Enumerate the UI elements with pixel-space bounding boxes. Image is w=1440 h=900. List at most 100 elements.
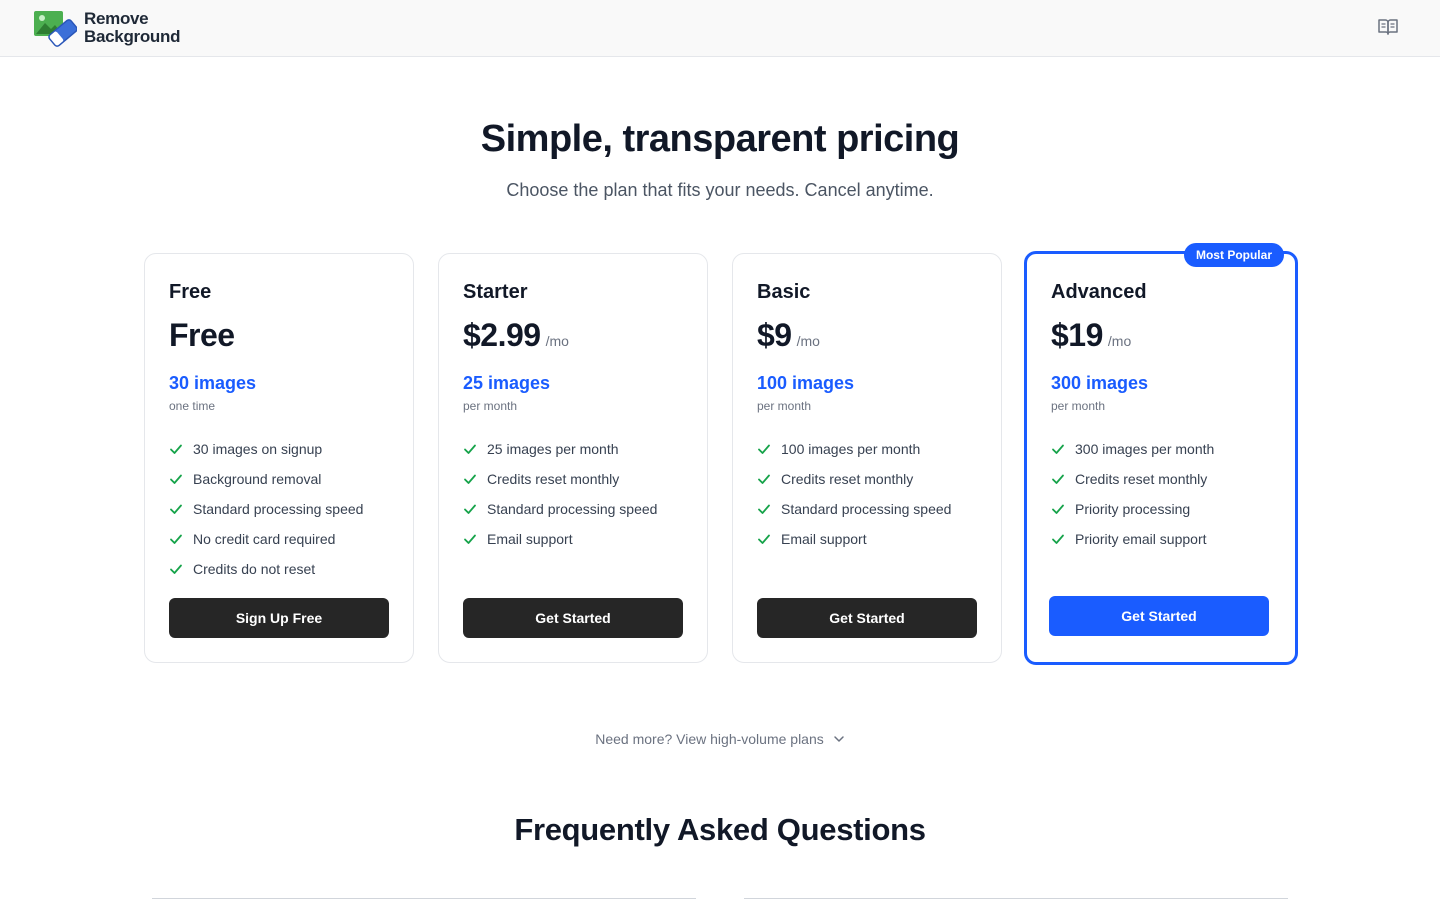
price-period: /mo <box>1107 333 1132 349</box>
feature-list: 25 images per month Credits reset monthl… <box>463 434 657 554</box>
plan-price: $9 <box>757 317 792 353</box>
feature-item: No credit card required <box>169 524 363 554</box>
feature-text: 100 images per month <box>781 441 921 457</box>
logo-line-2: Background <box>84 27 181 46</box>
feature-item: Email support <box>757 524 951 554</box>
chevron-down-icon <box>834 736 844 742</box>
feature-text: Priority email support <box>1075 531 1207 547</box>
feature-text: Email support <box>781 531 867 547</box>
price-period: /mo <box>545 333 569 349</box>
plan-image-count: 300 images <box>1051 373 1149 393</box>
plan-price: $19 <box>1051 317 1103 353</box>
feature-item: 300 images per month <box>1051 434 1214 464</box>
feature-text: Standard processing speed <box>487 501 658 517</box>
feature-text: Standard processing speed <box>781 501 952 517</box>
price-row: $2.99 /mo <box>463 317 569 354</box>
plan-name: Basic <box>757 281 811 303</box>
feature-item: Standard processing speed <box>757 494 951 524</box>
feature-text: Credits reset monthly <box>781 471 914 487</box>
feature-list: 100 images per month Credits reset month… <box>757 434 951 554</box>
logo-line-1: Remove <box>84 9 149 28</box>
check-icon <box>1052 504 1064 514</box>
feature-text: 300 images per month <box>1075 441 1215 457</box>
feature-text: 30 images on signup <box>193 441 323 457</box>
plan-card-free: Free Free 30 images one time 30 images o… <box>144 253 414 663</box>
price-row: $9 /mo <box>757 317 820 354</box>
feature-item: Credits reset monthly <box>1051 464 1214 494</box>
get-started-button-advanced[interactable]: Get Started <box>1049 596 1269 636</box>
price-row: $19 /mo <box>1051 317 1131 354</box>
feature-item: 25 images per month <box>463 434 657 464</box>
logo-icon <box>33 9 78 47</box>
check-icon <box>758 474 770 484</box>
feature-item: Credits reset monthly <box>463 464 657 494</box>
feature-text: Email support <box>487 531 573 547</box>
plan-card-advanced: Most Popular Advanced $19 /mo 300 images… <box>1024 243 1298 665</box>
feature-item: 100 images per month <box>757 434 951 464</box>
check-icon <box>758 534 770 544</box>
feature-list: 300 images per month Credits reset month… <box>1051 434 1214 554</box>
feature-text: Credits do not reset <box>193 561 316 577</box>
feature-item: Background removal <box>169 464 363 494</box>
plan-name: Advanced <box>1051 281 1147 303</box>
check-icon <box>170 564 182 574</box>
plan-period: one time <box>169 399 216 413</box>
price-row: Free <box>169 317 235 354</box>
check-icon <box>1052 474 1064 484</box>
check-icon <box>1052 444 1064 454</box>
plan-name: Free <box>169 281 212 303</box>
check-icon <box>758 444 770 454</box>
plan-image-count: 25 images <box>463 373 551 393</box>
sign-up-free-button[interactable]: Sign Up Free <box>169 598 389 638</box>
page-title: Simple, transparent pricing <box>480 118 960 160</box>
check-icon <box>170 504 182 514</box>
plan-image-count: 30 images <box>169 373 257 393</box>
view-high-volume-plans-link[interactable]: Need more? View high-volume plans <box>0 731 1440 747</box>
plan-card-basic: Basic $9 /mo 100 images per month 100 im… <box>732 253 1002 663</box>
logo[interactable]: Remove Background <box>33 9 180 47</box>
feature-item: Credits do not reset <box>169 554 363 584</box>
feature-item: Credits reset monthly <box>757 464 951 494</box>
more-plans-text: Need more? View high-volume plans <box>595 731 824 747</box>
plan-period: per month <box>757 399 812 413</box>
plan-image-count: 100 images <box>757 373 855 393</box>
feature-text: Standard processing speed <box>193 501 364 517</box>
feature-text: Background removal <box>193 471 322 487</box>
feature-item: Priority processing <box>1051 494 1214 524</box>
feature-text: No credit card required <box>193 531 336 547</box>
page-subtitle: Choose the plan that fits your needs. Ca… <box>506 180 934 200</box>
check-icon <box>464 444 476 454</box>
check-icon <box>464 504 476 514</box>
check-icon <box>758 504 770 514</box>
feature-item: 30 images on signup <box>169 434 363 464</box>
top-bar: Remove Background <box>0 0 1440 57</box>
price-period: /mo <box>796 333 820 349</box>
feature-item: Standard processing speed <box>169 494 363 524</box>
plan-period: per month <box>463 399 518 413</box>
feature-item: Standard processing speed <box>463 494 657 524</box>
feature-text: Priority processing <box>1075 501 1191 517</box>
feature-text: Credits reset monthly <box>1075 471 1208 487</box>
plan-period: per month <box>1051 399 1106 413</box>
check-icon <box>1052 534 1064 544</box>
plan-price: Free <box>169 317 235 353</box>
plan-price: $2.99 <box>463 317 541 353</box>
check-icon <box>464 474 476 484</box>
feature-text: Credits reset monthly <box>487 471 620 487</box>
logo-text: Remove Background <box>84 10 180 46</box>
get-started-button-starter[interactable]: Get Started <box>463 598 683 638</box>
book-open-icon[interactable] <box>1377 17 1399 37</box>
feature-item: Email support <box>463 524 657 554</box>
faq-divider <box>152 898 696 899</box>
feature-text: 25 images per month <box>487 441 619 457</box>
feature-item: Priority email support <box>1051 524 1214 554</box>
check-icon <box>170 534 182 544</box>
faq-title: Frequently Asked Questions <box>514 812 926 847</box>
plan-card-starter: Starter $2.99 /mo 25 images per month 25… <box>438 253 708 663</box>
faq-divider <box>744 898 1288 899</box>
check-icon <box>170 474 182 484</box>
plan-name: Starter <box>463 281 528 303</box>
get-started-button-basic[interactable]: Get Started <box>757 598 977 638</box>
check-icon <box>170 444 182 454</box>
feature-list: 30 images on signup Background removal S… <box>169 434 363 584</box>
